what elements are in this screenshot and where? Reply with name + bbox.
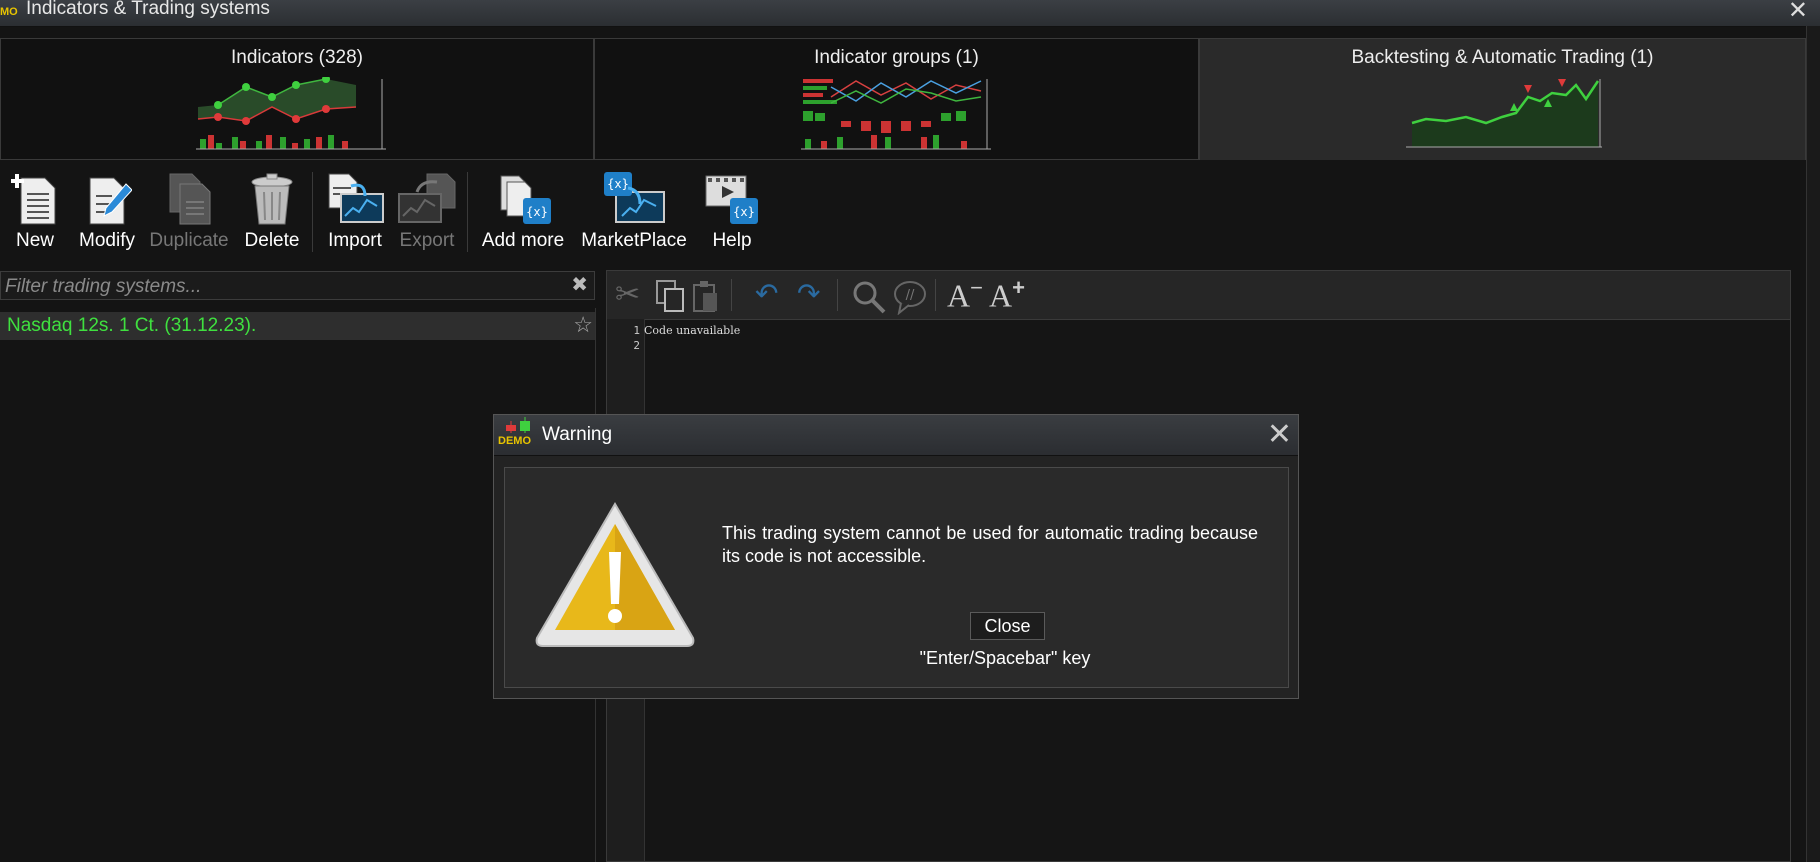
close-button[interactable]: Close xyxy=(970,612,1045,640)
delete-button-label: Delete xyxy=(244,230,300,251)
demo-chart-icon xyxy=(506,417,530,433)
indicator-groups-chart-icon xyxy=(801,79,991,150)
paste-icon[interactable] xyxy=(691,279,721,313)
import-icon xyxy=(328,173,384,223)
export-icon xyxy=(398,173,456,223)
help-button-label: Help xyxy=(712,230,752,251)
demo-badge: DEMO xyxy=(498,435,531,447)
keyboard-hint: "Enter/Spacebar" key xyxy=(919,648,1091,668)
editor-separator xyxy=(935,279,936,311)
import-button-label: Import xyxy=(328,230,382,251)
add-more-button[interactable]: {x} Add more xyxy=(478,172,568,252)
filter-input[interactable] xyxy=(3,273,567,300)
new-button-label: New xyxy=(15,230,54,251)
tab-indicators[interactable]: Indicators (328) xyxy=(0,38,594,160)
export-button[interactable]: Export xyxy=(396,172,458,252)
export-button-label: Export xyxy=(399,230,455,251)
undo-icon[interactable]: ↶ xyxy=(755,277,778,310)
toolbar-separator xyxy=(467,172,468,252)
font-increase-icon[interactable]: A+ xyxy=(989,275,1025,315)
list-item[interactable]: Nasdaq 12s. 1 Ct. (31.12.23). ☆ xyxy=(0,312,595,340)
trading-system-name: Nasdaq 12s. 1 Ct. (31.12.23). xyxy=(7,315,257,336)
modify-button[interactable]: Modify xyxy=(76,172,138,252)
svg-text://: // xyxy=(906,288,915,303)
warning-dialog: DEMO Warning ✕ This trading system canno… xyxy=(493,414,1299,699)
copy-icon[interactable] xyxy=(655,279,687,313)
right-edge-panel xyxy=(1806,26,1820,862)
window-title-bar: MO Indicators & Trading systems ✕ xyxy=(0,0,1820,27)
backtesting-chart-icon xyxy=(1406,79,1602,148)
add-more-icon: {x} xyxy=(500,175,551,224)
warning-icon xyxy=(535,502,695,647)
modify-button-label: Modify xyxy=(79,230,135,251)
code-text[interactable]: Code unavailable xyxy=(644,324,740,337)
redo-icon[interactable]: ↷ xyxy=(797,277,820,310)
tab-indicator-groups[interactable]: Indicator groups (1) xyxy=(594,38,1199,160)
new-document-icon xyxy=(11,174,56,225)
comment-icon[interactable]: // xyxy=(893,279,929,315)
dialog-title-bar: DEMO Warning ✕ xyxy=(494,415,1298,456)
tab-backtesting-label: Backtesting & Automatic Trading (1) xyxy=(1351,47,1654,68)
star-icon[interactable]: ☆ xyxy=(573,312,593,338)
svg-text:{x}: {x} xyxy=(526,205,548,219)
indicators-chart-icon xyxy=(196,77,386,150)
window-close-icon[interactable]: ✕ xyxy=(1788,0,1808,25)
search-icon[interactable] xyxy=(851,279,887,315)
font-decrease-icon[interactable]: A− xyxy=(947,275,983,315)
edit-document-icon xyxy=(89,177,132,225)
cut-icon[interactable]: ✂ xyxy=(615,277,640,312)
clear-filter-icon[interactable]: ✖ xyxy=(571,272,588,297)
tab-indicators-label: Indicators (328) xyxy=(230,47,363,68)
toolbar-separator xyxy=(312,172,313,252)
marketplace-icon: {x} xyxy=(604,172,665,223)
window-title: Indicators & Trading systems xyxy=(26,0,270,19)
editor-separator xyxy=(731,279,732,311)
duplicate-button-label: Duplicate xyxy=(149,230,229,251)
demo-badge: MO xyxy=(0,6,18,18)
help-video-icon: {x} xyxy=(705,175,758,224)
help-button[interactable]: {x} Help xyxy=(700,172,764,252)
line-number: 1 xyxy=(633,324,640,337)
filter-box: ✖ xyxy=(0,271,595,300)
svg-text:{x}: {x} xyxy=(733,205,755,219)
tab-indicator-groups-label: Indicator groups (1) xyxy=(814,47,979,68)
new-button[interactable]: New xyxy=(8,172,62,252)
tab-backtesting[interactable]: Backtesting & Automatic Trading (1) xyxy=(1199,38,1806,160)
marketplace-button-label: MarketPlace xyxy=(581,230,687,251)
duplicate-icon xyxy=(169,173,211,225)
editor-toolbar: ✂ ↶ ↷ // A− A+ xyxy=(607,271,1790,320)
dialog-title: Warning xyxy=(542,424,613,445)
duplicate-button[interactable]: Duplicate xyxy=(148,172,230,252)
editor-separator xyxy=(837,279,838,311)
add-more-button-label: Add more xyxy=(481,230,565,251)
dialog-close-icon[interactable]: ✕ xyxy=(1267,417,1292,452)
warning-message: This trading system cannot be used for a… xyxy=(722,523,1258,566)
import-button[interactable]: Import xyxy=(322,172,388,252)
dialog-body: This trading system cannot be used for a… xyxy=(504,467,1289,688)
marketplace-button[interactable]: {x} MarketPlace xyxy=(578,172,690,252)
delete-button[interactable]: Delete xyxy=(242,172,302,252)
line-number: 2 xyxy=(633,339,640,352)
trash-icon xyxy=(251,173,293,225)
svg-text:{x}: {x} xyxy=(607,177,629,191)
